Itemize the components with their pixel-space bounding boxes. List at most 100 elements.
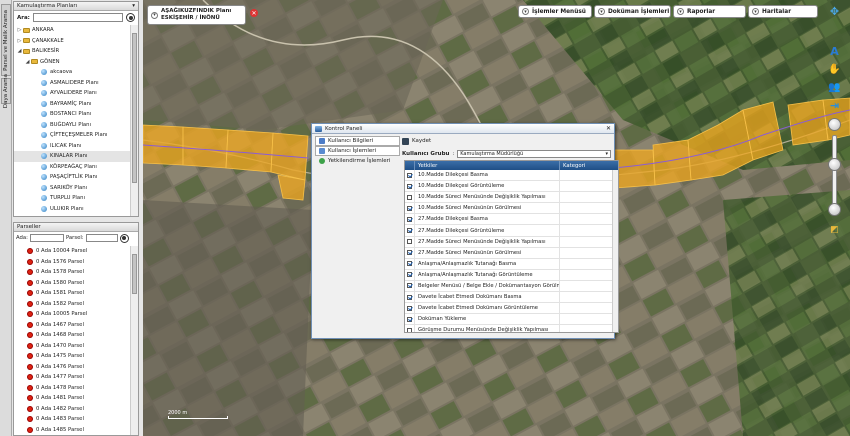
tree-plan-item[interactable]: ILICAK Planı — [14, 141, 130, 152]
plan-search-input[interactable] — [32, 13, 123, 22]
tree-plan-item[interactable]: TURPLU Planı — [14, 193, 130, 204]
exit-tool[interactable]: ⇥ — [826, 98, 843, 113]
plan-search-button[interactable] — [126, 13, 135, 22]
nav-user-info[interactable]: Kullanıcı Bilgileri — [315, 136, 400, 146]
ada-input[interactable] — [29, 234, 64, 242]
parcel-search-button[interactable] — [119, 233, 129, 243]
user-group-select[interactable]: Kamulaştırma Müdürlüğü ▾ — [457, 149, 611, 158]
expand-toggle-icon[interactable]: ▷ — [17, 27, 22, 33]
tree-plan-item[interactable]: BAYRAMİÇ Planı — [14, 99, 130, 110]
parcel-list-item[interactable]: 0 Ada 1581 Parsel — [14, 288, 130, 299]
parcel-filter-row: Ada: Parsel: — [14, 232, 138, 244]
permission-checkbox[interactable] — [407, 316, 412, 322]
permission-checkbox[interactable] — [407, 205, 412, 211]
plan-tree-scrollbar[interactable] — [130, 25, 138, 216]
permission-checkbox[interactable] — [407, 239, 412, 245]
parcel-list-item[interactable]: 0 Ada 1478 Parsel — [14, 383, 130, 394]
permission-category — [560, 270, 618, 280]
overview-tool[interactable]: ◩ — [826, 222, 843, 237]
parcel-list-item[interactable]: 0 Ada 1470 Parsel — [14, 341, 130, 352]
folder-icon — [23, 38, 30, 44]
tree-plan-item[interactable]: ÇİFTEÇEŞMELER Planı — [14, 130, 130, 141]
parcel-list-item[interactable]: 0 Ada 10005 Parsel — [14, 309, 130, 320]
tree-plan-item[interactable]: BUĞDAYLI Planı — [14, 120, 130, 131]
tree-folder[interactable]: ▷ ÇANAKKALE — [14, 36, 130, 47]
tab-parcel-owner-search[interactable]: Parsel ve Malik Arama — [1, 4, 11, 76]
tree-plan-item[interactable]: KINALAR Planı — [14, 151, 130, 162]
expand-toggle-icon[interactable]: ▷ — [17, 38, 22, 44]
collapse-icon[interactable]: ▾ — [132, 3, 135, 9]
parcel-list-item[interactable]: 0 Ada 1476 Parsel — [14, 362, 130, 373]
permission-checkbox[interactable] — [407, 183, 412, 189]
permission-checkbox[interactable] — [407, 283, 412, 289]
permission-row: Davete İcabet Etmedi Dokümanı Görüntülem… — [405, 303, 618, 315]
tree-plan-item[interactable]: KÖRPEAĞAÇ Planı — [14, 162, 130, 173]
tree-plan-item[interactable]: SARIKÖY Planı — [14, 183, 130, 194]
tree-plan-item[interactable]: PAŞAÇİFTLİK Planı — [14, 172, 130, 183]
globe-icon — [41, 79, 47, 86]
pan-tool[interactable]: ✋ — [826, 62, 843, 77]
tree-folder[interactable]: ◢ GÖNEN — [14, 57, 130, 68]
permission-checkbox[interactable] — [407, 294, 412, 300]
text-tool[interactable]: A — [826, 44, 843, 59]
permission-label: 27.Madde Dilekçesi Basma — [415, 214, 560, 225]
menu-raporlar[interactable]: ▾ Raporlar — [673, 5, 746, 18]
save-button[interactable]: Kaydet — [402, 136, 611, 146]
tree-plan-item[interactable]: AYVALIDERE Planı — [14, 88, 130, 99]
parcel-list-item[interactable]: 0 Ada 1477 Parsel — [14, 372, 130, 383]
permission-checkbox[interactable] — [407, 305, 412, 311]
permission-label: 27.Madde Süreci Menüsünde Değişiklik Yap… — [415, 236, 560, 247]
tree-folder[interactable]: ◢ BALIKESİR — [14, 46, 130, 57]
parcel-list-item[interactable]: 0 Ada 1467 Parsel — [14, 320, 130, 331]
tab-daya-search[interactable]: Daya Arama — [1, 74, 11, 108]
expand-toggle-icon[interactable]: ◢ — [25, 59, 30, 65]
parcel-list-item[interactable]: 0 Ada 1485 Parsel — [14, 425, 130, 436]
parcel-list-item[interactable]: 0 Ada 1580 Parsel — [14, 278, 130, 289]
menu-dokuman[interactable]: ▾ Doküman İşlemleri — [594, 5, 671, 18]
parcel-list-item[interactable]: 0 Ada 1481 Parsel — [14, 393, 130, 404]
tree-plan-item[interactable]: ASMALIDERE Planı — [14, 78, 130, 89]
compass-tool[interactable]: ✥ — [826, 4, 843, 19]
nav-authorization[interactable]: Yetkilendirme İşlemleri — [315, 156, 400, 166]
zoom-out-button[interactable] — [828, 203, 841, 216]
parcel-list-item[interactable]: 0 Ada 10004 Parsel — [14, 246, 130, 257]
parsel-input[interactable] — [85, 234, 118, 242]
permission-checkbox[interactable] — [407, 172, 412, 178]
permission-checkbox[interactable] — [407, 272, 412, 278]
zoom-slider-handle[interactable] — [828, 158, 841, 171]
dialog-title-bar[interactable]: Kontrol Paneli ✕ — [312, 124, 614, 134]
parcel-list-item[interactable]: 0 Ada 1578 Parsel — [14, 267, 130, 278]
users-icon: 👥 — [828, 82, 841, 93]
parcel-list-item[interactable]: 0 Ada 1468 Parsel — [14, 330, 130, 341]
dialog-close-icon[interactable]: ✕ — [606, 125, 611, 132]
parcel-list-item[interactable]: 0 Ada 1475 Parsel — [14, 351, 130, 362]
permission-row: 10.Madde Süreci Menüsünde Değişiklik Yap… — [405, 192, 618, 204]
close-icon: ✕ — [251, 9, 257, 17]
active-plan-box[interactable]: ▾ AŞAĞIKUZFINDIK Planı ESKİŞEHİR / İNÖNÜ — [147, 5, 246, 25]
menu-islemler[interactable]: ▾ İşlemler Menüsü — [518, 5, 592, 18]
permission-checkbox[interactable] — [407, 327, 412, 332]
permission-checkbox[interactable] — [407, 250, 412, 256]
permission-checkbox[interactable] — [407, 194, 412, 200]
parcel-list-scrollbar[interactable] — [130, 246, 138, 435]
parcel-list-item[interactable]: 0 Ada 1483 Parsel — [14, 414, 130, 425]
tree-plan-item[interactable]: BOSTANCI Planı — [14, 109, 130, 120]
permission-checkbox[interactable] — [407, 228, 412, 234]
tree-folder[interactable]: ▷ ANKARA — [14, 25, 130, 36]
users-icon — [319, 148, 325, 154]
nav-user-operations[interactable]: Kullanıcı İşlemleri — [315, 146, 400, 156]
parcel-list-item[interactable]: 0 Ada 1582 Parsel — [14, 299, 130, 310]
parcel-list-item[interactable]: 0 Ada 1482 Parsel — [14, 404, 130, 415]
expand-toggle-icon[interactable]: ◢ — [17, 48, 22, 54]
tree-plan-item[interactable]: akcaova — [14, 67, 130, 78]
menu-haritalar[interactable]: ▾ Haritalar — [748, 5, 818, 18]
users-tool[interactable]: 👥 — [826, 80, 843, 95]
permission-checkbox[interactable] — [407, 261, 412, 267]
permission-row: Görüşme Durumu Menüsünde Değişiklik Yapı… — [405, 325, 618, 332]
tree-plan-item[interactable]: ULUKIR Planı — [14, 204, 130, 215]
permissions-grid-scrollbar[interactable] — [612, 170, 618, 332]
permission-checkbox[interactable] — [407, 216, 412, 222]
zoom-in-button[interactable] — [828, 118, 841, 131]
close-plan-button[interactable]: ✕ — [250, 9, 258, 17]
parcel-list-item[interactable]: 0 Ada 1576 Parsel — [14, 257, 130, 268]
